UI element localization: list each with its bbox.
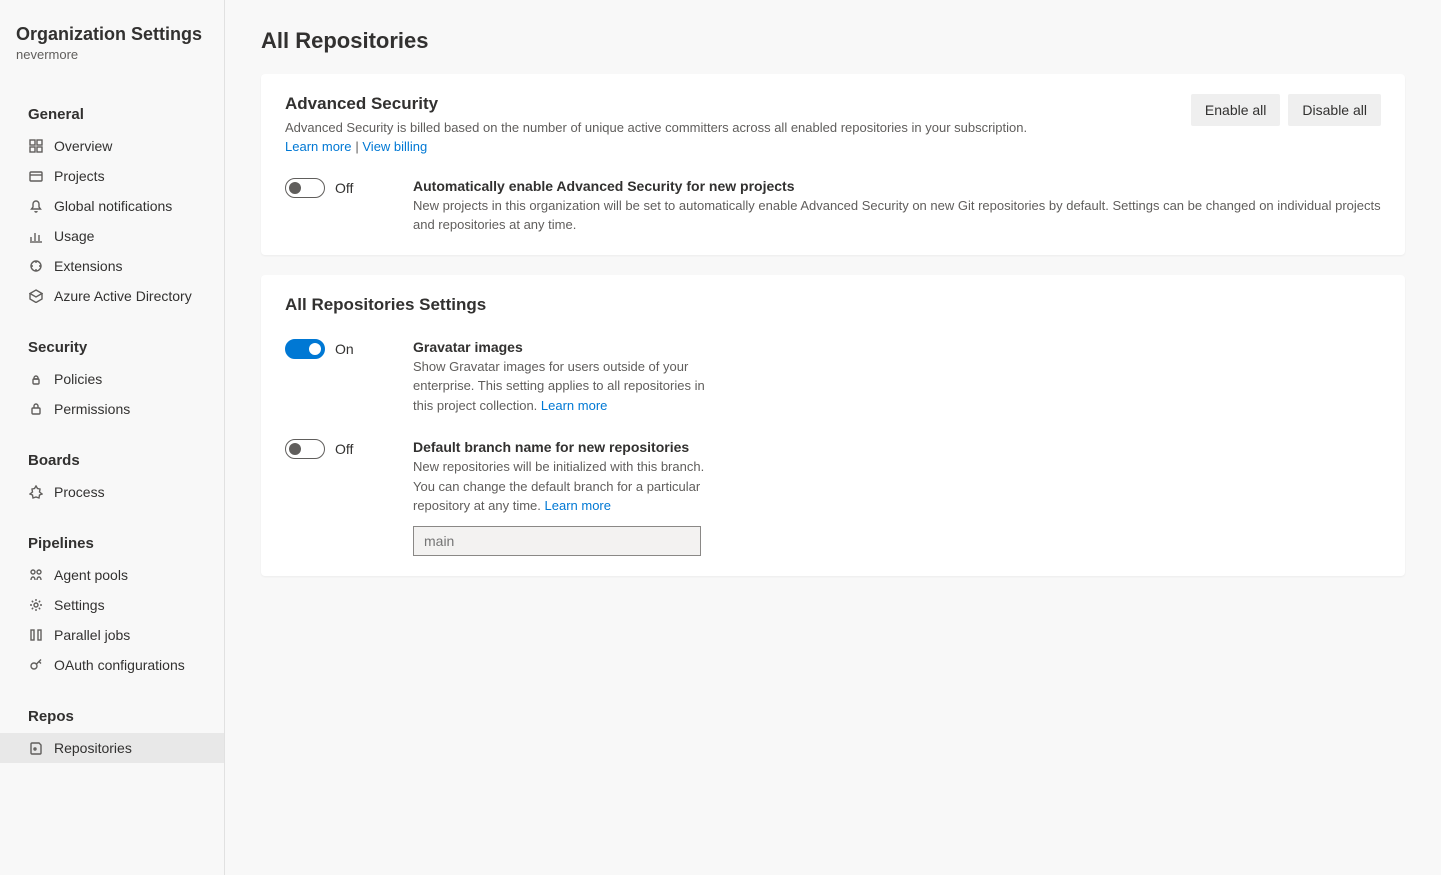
- sidebar-item-usage[interactable]: Usage: [0, 221, 224, 251]
- sidebar-header: Organization Settings nevermore: [0, 24, 224, 78]
- permissions-icon: [28, 401, 44, 417]
- advanced-security-title: Advanced Security: [285, 94, 1171, 114]
- sidebar-item-agent-pools[interactable]: Agent pools: [0, 560, 224, 590]
- sidebar-item-settings[interactable]: Settings: [0, 590, 224, 620]
- gravatar-toggle[interactable]: [285, 339, 325, 359]
- oauth-icon: [28, 657, 44, 673]
- auto-enable-desc: New projects in this organization will b…: [413, 196, 1381, 235]
- process-icon: [28, 484, 44, 500]
- gravatar-row: On Gravatar images Show Gravatar images …: [285, 339, 1381, 416]
- usage-icon: [28, 228, 44, 244]
- overview-icon: [28, 138, 44, 154]
- default-branch-state: Off: [335, 441, 353, 457]
- gravatar-state: On: [335, 341, 354, 357]
- sidebar-item-label: Process: [54, 484, 105, 500]
- card-header: Advanced Security Advanced Security is b…: [285, 94, 1381, 154]
- sidebar: Organization Settings nevermore General O…: [0, 0, 225, 875]
- policies-icon: [28, 371, 44, 387]
- sidebar-item-label: Parallel jobs: [54, 627, 130, 643]
- all-repos-card: All Repositories Settings On Gravatar im…: [261, 275, 1405, 576]
- sidebar-item-azure-active-directory[interactable]: Azure Active Directory: [0, 281, 224, 311]
- nav-section-title: Repos: [0, 700, 224, 733]
- sidebar-item-label: Projects: [54, 168, 105, 184]
- sidebar-item-label: OAuth configurations: [54, 657, 185, 673]
- gravatar-title: Gravatar images: [413, 339, 723, 355]
- sidebar-item-label: Azure Active Directory: [54, 288, 192, 304]
- settings-icon: [28, 597, 44, 613]
- aad-icon: [28, 288, 44, 304]
- nav-section-title: Pipelines: [0, 527, 224, 560]
- advanced-security-desc: Advanced Security is billed based on the…: [285, 118, 1171, 138]
- sidebar-item-label: Usage: [54, 228, 94, 244]
- nav-section-title: Boards: [0, 444, 224, 477]
- default-branch-row: Off Default branch name for new reposito…: [285, 439, 1381, 556]
- card-actions: Enable all Disable all: [1191, 94, 1381, 126]
- advanced-security-card: Advanced Security Advanced Security is b…: [261, 74, 1405, 255]
- sidebar-item-label: Agent pools: [54, 567, 128, 583]
- agent-icon: [28, 567, 44, 583]
- sidebar-item-parallel-jobs[interactable]: Parallel jobs: [0, 620, 224, 650]
- sidebar-item-permissions[interactable]: Permissions: [0, 394, 224, 424]
- notifications-icon: [28, 198, 44, 214]
- auto-enable-title: Automatically enable Advanced Security f…: [413, 178, 1381, 194]
- gravatar-desc: Show Gravatar images for users outside o…: [413, 357, 723, 416]
- sidebar-item-oauth-configurations[interactable]: OAuth configurations: [0, 650, 224, 680]
- sidebar-item-label: Permissions: [54, 401, 130, 417]
- sidebar-item-label: Overview: [54, 138, 112, 154]
- default-branch-input[interactable]: [413, 526, 701, 556]
- all-repos-title: All Repositories Settings: [285, 295, 1381, 315]
- sidebar-nav: General Overview Projects Global notificati…: [0, 98, 224, 763]
- repos-icon: [28, 740, 44, 756]
- disable-all-button[interactable]: Disable all: [1288, 94, 1381, 126]
- sidebar-item-label: Policies: [54, 371, 102, 387]
- sidebar-title: Organization Settings: [16, 24, 208, 45]
- sidebar-subtitle: nevermore: [16, 47, 208, 62]
- view-billing-link[interactable]: View billing: [362, 139, 427, 154]
- sidebar-item-label: Extensions: [54, 258, 122, 274]
- auto-enable-toggle[interactable]: [285, 178, 325, 198]
- default-branch-desc: New repositories will be initialized wit…: [413, 457, 723, 516]
- default-branch-title: Default branch name for new repositories: [413, 439, 723, 455]
- sidebar-item-label: Repositories: [54, 740, 132, 756]
- default-branch-toggle[interactable]: [285, 439, 325, 459]
- sidebar-item-label: Settings: [54, 597, 105, 613]
- sidebar-item-label: Global notifications: [54, 198, 172, 214]
- nav-section-title: General: [0, 98, 224, 131]
- extensions-icon: [28, 258, 44, 274]
- enable-all-button[interactable]: Enable all: [1191, 94, 1281, 126]
- parallel-icon: [28, 627, 44, 643]
- sidebar-item-process[interactable]: Process: [0, 477, 224, 507]
- sidebar-item-global-notifications[interactable]: Global notifications: [0, 191, 224, 221]
- sidebar-item-repositories[interactable]: Repositories: [0, 733, 224, 763]
- gravatar-learn-more-link[interactable]: Learn more: [541, 398, 607, 413]
- sidebar-item-projects[interactable]: Projects: [0, 161, 224, 191]
- auto-enable-row: Off Automatically enable Advanced Securi…: [285, 178, 1381, 235]
- main-content: All Repositories Advanced Security Advan…: [225, 0, 1441, 875]
- learn-more-link[interactable]: Learn more: [285, 139, 351, 154]
- page-title: All Repositories: [261, 28, 1405, 54]
- projects-icon: [28, 168, 44, 184]
- sidebar-item-policies[interactable]: Policies: [0, 364, 224, 394]
- nav-section-title: Security: [0, 331, 224, 364]
- auto-enable-state: Off: [335, 180, 353, 196]
- sidebar-item-overview[interactable]: Overview: [0, 131, 224, 161]
- default-branch-learn-more-link[interactable]: Learn more: [545, 498, 611, 513]
- sidebar-item-extensions[interactable]: Extensions: [0, 251, 224, 281]
